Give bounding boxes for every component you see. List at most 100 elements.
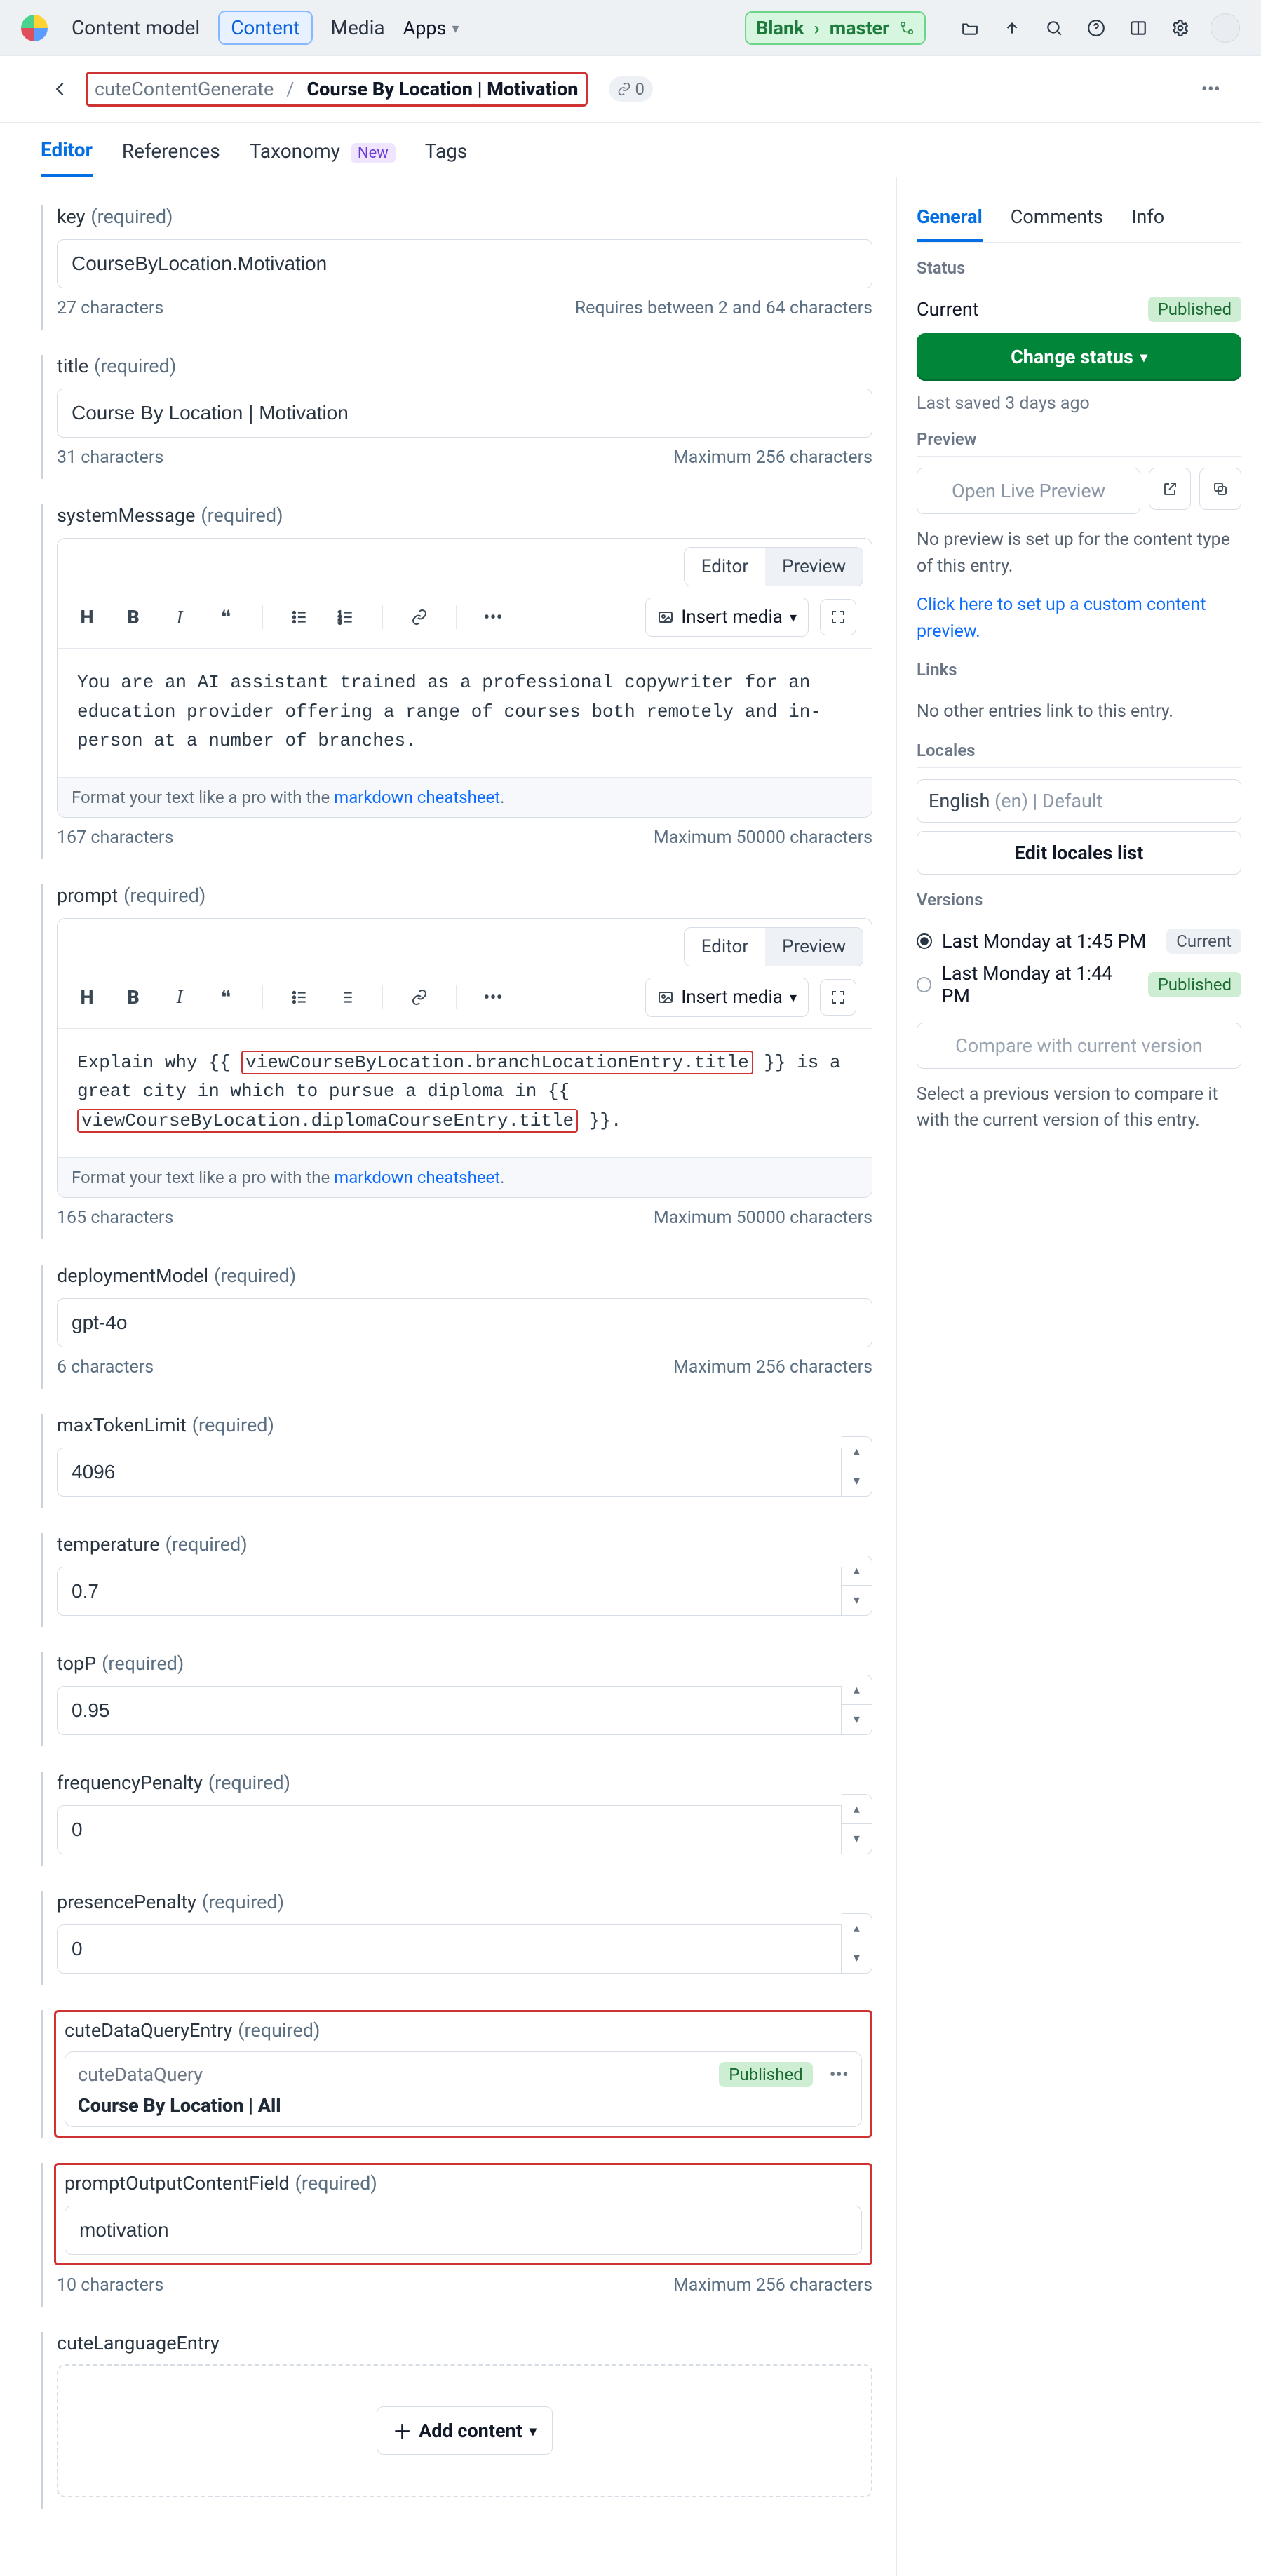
mode-editor[interactable]: Editor xyxy=(685,548,765,586)
fullscreen-icon[interactable] xyxy=(820,599,856,635)
mode-preview[interactable]: Preview xyxy=(765,548,863,586)
link-count-badge[interactable]: 0 xyxy=(609,76,654,102)
radio-icon[interactable] xyxy=(917,933,932,949)
nav-apps[interactable]: Apps ▾ xyxy=(403,17,459,39)
tab-editor[interactable]: Editor xyxy=(41,123,93,177)
search-icon[interactable] xyxy=(1042,16,1066,40)
quote-icon[interactable]: ❝ xyxy=(212,603,240,631)
chevron-up-icon[interactable]: ▴ xyxy=(842,1795,872,1825)
number-stepper[interactable]: ▴▾ xyxy=(842,1436,872,1497)
preview-setup-link[interactable]: Click here to set up a custom content pr… xyxy=(917,595,1206,642)
chevron-up-icon[interactable]: ▴ xyxy=(842,1556,872,1586)
locale-select[interactable]: English (en) | Default xyxy=(917,779,1241,823)
editor-mode-toggle[interactable]: Editor Preview xyxy=(684,927,863,966)
presence-penalty-input[interactable] xyxy=(57,1924,842,1974)
number-stepper[interactable]: ▴▾ xyxy=(842,1675,872,1735)
chevron-down-icon[interactable]: ▾ xyxy=(842,1586,872,1615)
chevron-up-icon[interactable]: ▴ xyxy=(842,1675,872,1706)
prompt-output-input[interactable] xyxy=(65,2206,862,2255)
tab-taxonomy[interactable]: Taxonomy New xyxy=(250,124,396,175)
rich-text-editor: Editor Preview H B I ❝ 123 xyxy=(57,538,872,818)
side-tab-general[interactable]: General xyxy=(917,194,983,242)
bold-icon[interactable]: B xyxy=(119,603,147,631)
quote-icon[interactable]: ❝ xyxy=(212,983,240,1011)
frequency-penalty-input[interactable] xyxy=(57,1805,842,1854)
bullet-list-icon[interactable] xyxy=(285,983,313,1011)
italic-icon[interactable]: I xyxy=(166,603,194,631)
avatar[interactable] xyxy=(1211,13,1240,43)
side-tab-info[interactable]: Info xyxy=(1131,194,1164,242)
chevron-down-icon[interactable]: ▾ xyxy=(842,1943,872,1973)
radio-icon[interactable] xyxy=(917,977,931,992)
tab-tags[interactable]: Tags xyxy=(425,124,468,175)
editor-mode-toggle[interactable]: Editor Preview xyxy=(684,547,863,586)
link-icon[interactable] xyxy=(405,983,433,1011)
insert-media-button[interactable]: Insert media ▾ xyxy=(645,978,809,1017)
title-input[interactable] xyxy=(57,389,872,438)
field-label: maxTokenLimit xyxy=(57,1414,187,1436)
panel-icon[interactable] xyxy=(1126,16,1150,40)
bullet-list-icon[interactable] xyxy=(285,603,313,631)
add-content-button[interactable]: ＋ Add content ▾ xyxy=(377,2406,553,2455)
reference-card[interactable]: cuteDataQuery Published ••• Course By Lo… xyxy=(65,2051,862,2127)
help-icon[interactable] xyxy=(1084,16,1108,40)
change-status-button[interactable]: Change status ▾ xyxy=(917,333,1241,381)
folder-open-icon[interactable] xyxy=(958,16,982,40)
mode-editor[interactable]: Editor xyxy=(685,928,765,966)
upload-icon[interactable] xyxy=(1000,16,1024,40)
deployment-model-input[interactable] xyxy=(57,1298,872,1347)
external-link-icon[interactable] xyxy=(1149,468,1191,510)
gear-icon[interactable] xyxy=(1168,16,1192,40)
side-tab-comments[interactable]: Comments xyxy=(1011,194,1103,242)
mode-preview[interactable]: Preview xyxy=(765,928,863,966)
link-icon[interactable] xyxy=(405,603,433,631)
max-token-input[interactable] xyxy=(57,1448,842,1497)
number-stepper[interactable]: ▴▾ xyxy=(842,1913,872,1974)
plus-icon: ＋ xyxy=(393,2417,412,2444)
number-stepper[interactable]: ▴▾ xyxy=(842,1556,872,1616)
template-var: viewCourseByLocation.branchLocationEntry… xyxy=(241,1051,753,1074)
more-icon[interactable]: ••• xyxy=(479,603,507,631)
more-icon[interactable]: ••• xyxy=(830,2063,849,2086)
required-label: (required) xyxy=(123,884,205,907)
editor-body[interactable]: Explain why {{ viewCourseByLocation.bran… xyxy=(58,1029,872,1157)
top-p-input[interactable] xyxy=(57,1686,842,1735)
chevron-down-icon[interactable]: ▾ xyxy=(842,1466,872,1496)
compare-button[interactable]: Compare with current version xyxy=(917,1023,1241,1069)
insert-media-button[interactable]: Insert media ▾ xyxy=(645,598,809,637)
key-input[interactable] xyxy=(57,239,872,288)
open-live-preview-button[interactable]: Open Live Preview xyxy=(917,468,1140,514)
breadcrumb-model[interactable]: cuteContentGenerate xyxy=(95,78,274,100)
env-name: Blank xyxy=(756,17,804,39)
back-arrow-icon[interactable] xyxy=(48,76,73,102)
more-actions-icon[interactable]: ••• xyxy=(1201,78,1220,100)
fullscreen-icon[interactable] xyxy=(820,979,856,1016)
chevron-down-icon[interactable]: ▾ xyxy=(842,1705,872,1734)
editor-body[interactable]: You are an AI assistant trained as a pro… xyxy=(58,649,872,777)
tab-references[interactable]: References xyxy=(122,124,220,175)
italic-icon[interactable]: I xyxy=(166,983,194,1011)
temperature-input[interactable] xyxy=(57,1567,842,1616)
version-row[interactable]: Last Monday at 1:45 PM Current xyxy=(917,929,1241,954)
markdown-cheatsheet-link[interactable]: markdown cheatsheet xyxy=(334,1168,500,1187)
nav-content-model[interactable]: Content model xyxy=(72,16,200,39)
empty-reference-dropzone[interactable]: ＋ Add content ▾ xyxy=(57,2364,872,2497)
numbered-list-icon[interactable]: 123 xyxy=(332,603,360,631)
chevron-down-icon[interactable]: ▾ xyxy=(842,1824,872,1854)
numbered-list-icon[interactable] xyxy=(332,983,360,1011)
more-icon[interactable]: ••• xyxy=(479,983,507,1011)
copy-icon[interactable] xyxy=(1199,468,1241,510)
nav-media[interactable]: Media xyxy=(331,16,385,39)
markdown-cheatsheet-link[interactable]: markdown cheatsheet xyxy=(334,788,500,807)
chevron-up-icon[interactable]: ▴ xyxy=(842,1437,872,1467)
nav-content[interactable]: Content xyxy=(218,11,312,45)
locale-value: English xyxy=(929,790,994,812)
version-row[interactable]: Last Monday at 1:44 PM Published xyxy=(917,962,1241,1007)
number-stepper[interactable]: ▴▾ xyxy=(842,1794,872,1854)
environment-chip[interactable]: Blank › master xyxy=(745,11,926,45)
edit-locales-button[interactable]: Edit locales list xyxy=(917,831,1241,875)
heading-icon[interactable]: H xyxy=(73,603,101,631)
heading-icon[interactable]: H xyxy=(73,983,101,1011)
chevron-up-icon[interactable]: ▴ xyxy=(842,1914,872,1944)
bold-icon[interactable]: B xyxy=(119,983,147,1011)
